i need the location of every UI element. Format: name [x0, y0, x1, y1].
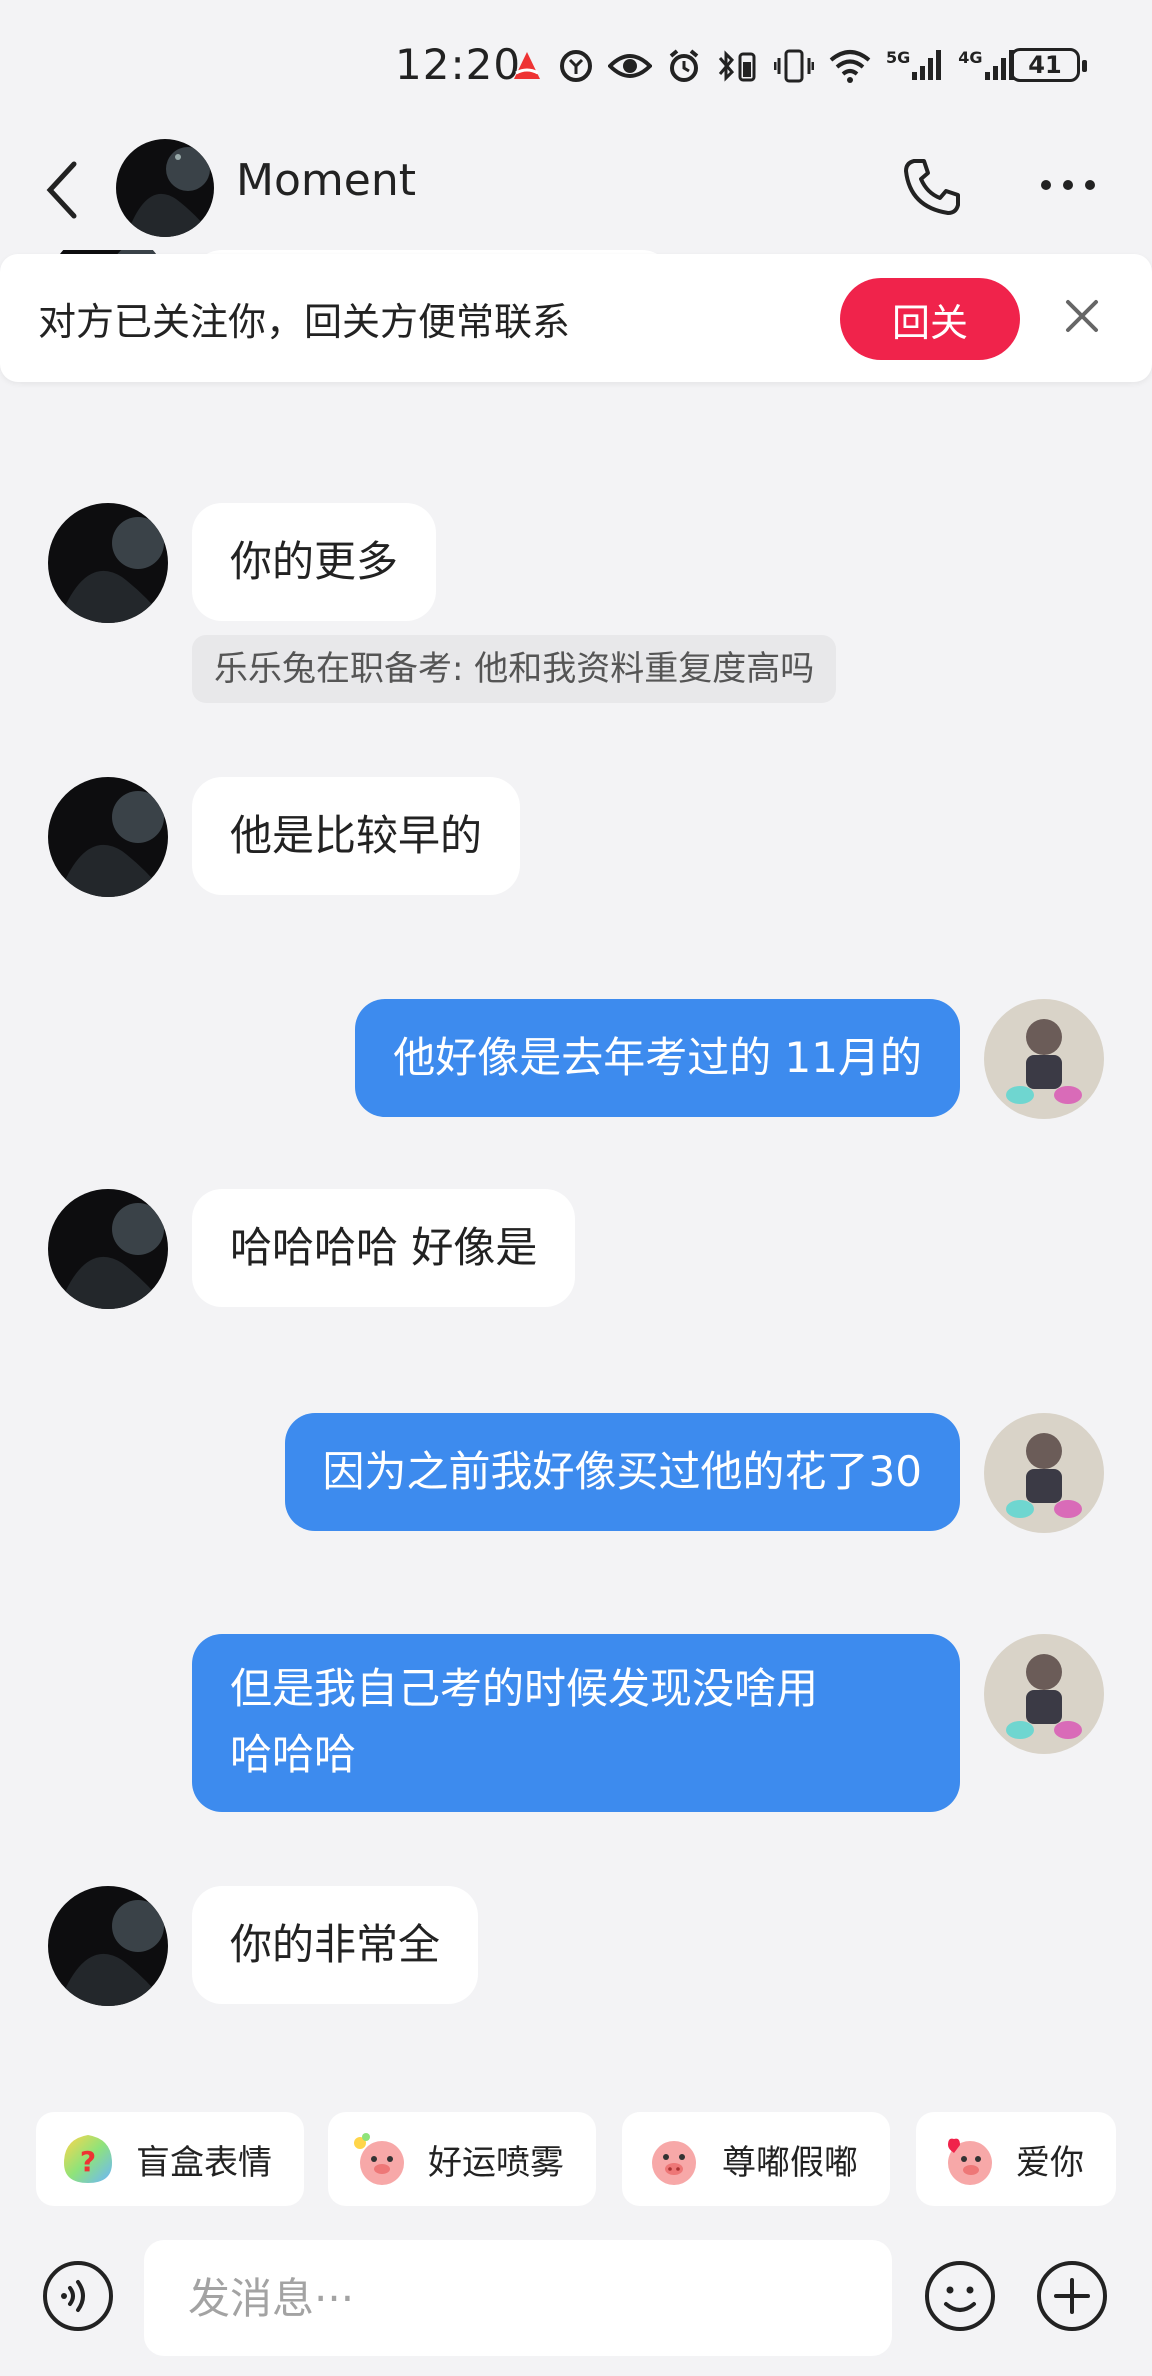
contact-avatar[interactable]: [116, 139, 214, 237]
signal-4g-icon: 4G: [958, 46, 1016, 86]
reaction-label: 盲盒表情: [136, 2142, 272, 2183]
signal-4g-label: 4G: [958, 48, 983, 67]
follow-back-banner: 对方已关注你，回关方便常联系 回关: [0, 254, 1152, 382]
follow-back-button[interactable]: 回关: [840, 278, 1020, 360]
more-options-icon[interactable]: [1036, 170, 1100, 200]
contact-message-avatar[interactable]: [48, 1189, 168, 1309]
message-bubble[interactable]: 你的更多: [192, 503, 437, 621]
bluetooth-battery-icon: [716, 46, 760, 86]
reaction-label: 尊嘟假嘟: [722, 2142, 858, 2183]
pig-love-emoji-icon: [948, 2138, 992, 2185]
status-time: 12:20: [395, 40, 522, 89]
my-avatar[interactable]: [984, 1634, 1104, 1754]
emoji-picker-icon[interactable]: [922, 2258, 998, 2334]
chat-messages[interactable]: 你的更多 乐乐兔在职备考: 他和我资料重复度高吗 他是比较早的 他好像是去年考过…: [0, 250, 1152, 2080]
add-attachment-icon[interactable]: [1034, 2258, 1110, 2334]
pig-spray-emoji-icon: [354, 2133, 404, 2185]
chevron-left-icon: [46, 161, 77, 219]
message-input-bar: [0, 2230, 1152, 2376]
close-icon[interactable]: [1060, 294, 1104, 338]
my-avatar[interactable]: [984, 1413, 1104, 1533]
message-line: 哈哈哈: [230, 1730, 357, 1779]
alarm-icon: [666, 46, 702, 86]
my-avatar[interactable]: [984, 999, 1104, 1119]
eye-icon: [608, 46, 652, 86]
chat-header: Moment: [0, 130, 1152, 250]
sync-icon: [558, 46, 594, 86]
status-icons: 5G 4G: [510, 44, 1017, 88]
quick-reaction-bar: ? 盲盒表情 好运喷雾 尊嘟假嘟 爱你: [0, 2080, 1152, 2230]
vibrate-icon: [774, 46, 814, 86]
contact-name[interactable]: Moment: [236, 155, 416, 206]
my-message-bubble[interactable]: 但是我自己考的时候发现没啥用 哈哈哈: [192, 1634, 960, 1812]
contact-message-avatar[interactable]: [48, 503, 168, 623]
svg-text:?: ?: [80, 2145, 96, 2178]
pig-face-emoji-icon: [652, 2141, 696, 2185]
voice-input-icon[interactable]: [40, 2258, 116, 2334]
reaction-chip-blind-box[interactable]: ? 盲盒表情: [36, 2112, 304, 2206]
reaction-label: 爱你: [1016, 2142, 1084, 2183]
message-bubble[interactable]: 哈哈哈哈 好像是: [192, 1189, 576, 1307]
wifi-icon: [828, 46, 872, 86]
my-message-bubble[interactable]: 他好像是去年考过的 11月的: [355, 999, 960, 1117]
phone-call-icon[interactable]: [900, 155, 964, 219]
status-bar: 12:20 5G 4G 41: [0, 0, 1152, 130]
reaction-chip-good-luck[interactable]: 好运喷雾: [328, 2112, 596, 2206]
back-button[interactable]: [40, 160, 96, 220]
message-bubble[interactable]: 你的非常全: [192, 1886, 479, 2004]
signal-5g-icon: 5G: [886, 46, 944, 86]
battery-indicator: 41: [1010, 48, 1087, 82]
message-bubble[interactable]: 他是比较早的: [192, 777, 521, 895]
reaction-chip-really[interactable]: 尊嘟假嘟: [622, 2112, 890, 2206]
blind-box-emoji-icon: ?: [64, 2135, 112, 2183]
reaction-chip-love[interactable]: 爱你: [916, 2112, 1116, 2206]
app-notification-icon: [510, 46, 544, 86]
my-message-bubble[interactable]: 因为之前我好像买过他的花了30: [284, 1413, 960, 1531]
quoted-message[interactable]: 乐乐兔在职备考: 他和我资料重复度高吗: [192, 635, 837, 703]
contact-message-avatar[interactable]: [48, 1886, 168, 2006]
contact-message-avatar[interactable]: [48, 777, 168, 897]
signal-5g-label: 5G: [886, 48, 911, 67]
message-input[interactable]: [144, 2240, 892, 2356]
reaction-label: 好运喷雾: [428, 2142, 564, 2183]
message-line: 但是我自己考的时候发现没啥用: [230, 1664, 819, 1713]
banner-text: 对方已关注你，回关方便常联系: [38, 300, 571, 344]
